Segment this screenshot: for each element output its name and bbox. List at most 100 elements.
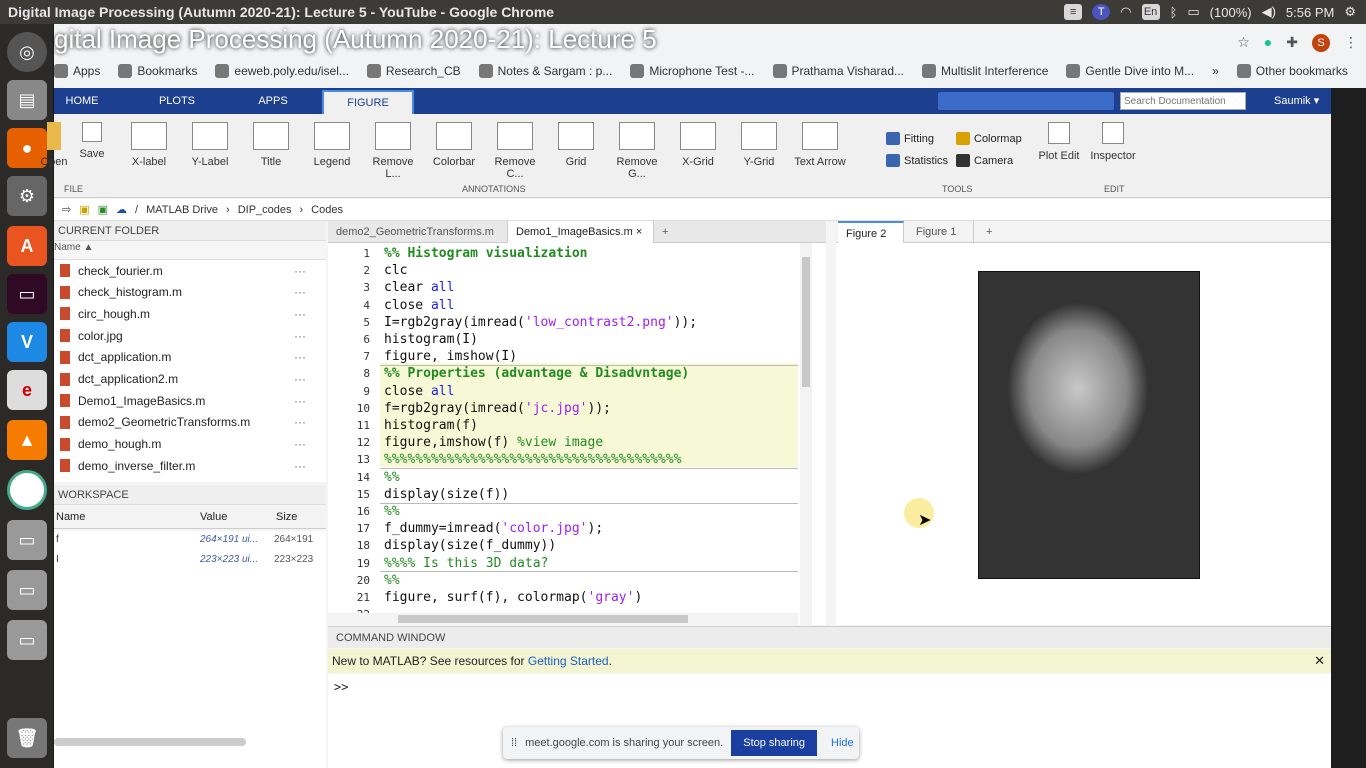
profile-avatar[interactable]: S [1312,34,1330,52]
code-line[interactable]: histogram(I) [384,331,478,348]
forward-arrow-icon[interactable]: ⇨ [62,203,71,216]
workspace-row[interactable]: f 264×191 ui... 264×191 [54,531,326,551]
bookmark-item[interactable]: eeweb.poly.edu/isel... [215,64,349,78]
code-line[interactable]: %% Histogram visualization [384,245,588,262]
bookmark-star-icon[interactable]: ☆ [1237,34,1250,52]
file-row[interactable]: check_fourier.m ··· [54,260,316,281]
drive-icon-1[interactable]: ▭ [7,520,47,560]
code-line[interactable]: clc [384,262,407,279]
tab-apps[interactable]: APPS [248,88,298,114]
bookmark-item[interactable]: Gentle Dive into M... [1066,64,1194,78]
editor-hscroll-thumb[interactable] [398,615,688,623]
code-line[interactable]: histogram(f) [384,417,478,434]
file-row[interactable]: circ_hough.m ··· [54,303,316,324]
code-line[interactable]: close all [384,383,454,400]
files-icon[interactable]: ▤ [7,80,47,120]
code-line[interactable]: close all [384,297,454,314]
settings-gear-icon[interactable]: ⚙ [1344,4,1356,20]
code-line[interactable]: display(size(f)) [384,486,509,503]
battery-icon[interactable]: ▭ [1187,4,1199,20]
user-menu[interactable]: Saumik ▾ [1274,88,1319,114]
browse-folder-icon[interactable]: ▣ [98,203,108,216]
extension-grammarly-icon[interactable]: ● [1264,34,1272,52]
path-root[interactable]: / [135,204,138,216]
save-button[interactable]: Save [74,122,110,160]
editor-tab-demo1[interactable]: Demo1_ImageBasics.m × [508,221,654,243]
code-line[interactable]: %% Properties (advantage & Disadvntage) [384,365,689,382]
bookmark-item[interactable]: Notes & Sargam : p... [478,64,612,78]
current-folder-path-bar[interactable]: ⇨ ▣ ▣ ☁ / MATLAB Drive › DIP_codes › Codes [54,199,1331,221]
annotation-button[interactable]: Text Arrow [791,122,849,168]
file-row[interactable]: color.jpg ··· [54,325,316,346]
file-row[interactable]: demo_hough.m ··· [54,434,316,455]
annotation-button[interactable]: X-label [120,122,178,168]
stop-sharing-button[interactable]: Stop sharing [731,730,817,756]
figure-new-tab-plus-icon[interactable]: + [978,221,1000,243]
software-center-icon[interactable]: A [7,226,47,266]
search-documentation-input[interactable] [1120,92,1246,110]
ws-col-size[interactable]: Size [276,511,297,523]
bookmark-item[interactable]: Prathama Visharad... [772,64,904,78]
statistics-button[interactable]: Statistics [886,154,948,167]
annotation-button[interactable]: Y-Grid [730,122,788,168]
bookmark-item[interactable]: Apps [54,64,100,78]
annotation-button[interactable]: X-Grid [669,122,727,168]
workspace-scrollbar[interactable] [54,738,246,746]
workspace-row[interactable]: I 223×223 ui... 223×223 [54,551,326,571]
hide-button[interactable]: Hide [831,737,854,749]
inspector-button[interactable]: Inspector [1086,122,1140,162]
file-actions-icon[interactable]: ··· [294,459,306,473]
file-row[interactable]: demo_inverse_filter.m ··· [54,455,316,476]
annotation-button[interactable]: Remove G... [608,122,666,180]
getting-started-link[interactable]: Getting Started [528,654,609,668]
code-line[interactable]: display(size(f_dummy)) [384,537,556,554]
path-codes[interactable]: Codes [311,204,343,216]
annotation-button[interactable]: Title [242,122,300,168]
annotation-button[interactable]: Remove L... [364,122,422,180]
volume-icon[interactable]: ◀) [1262,4,1276,20]
bookmark-item[interactable]: Microphone Test -... [630,64,755,78]
figure-tab-2[interactable]: Figure 2 × [838,221,904,262]
code-line[interactable]: %% [384,469,400,486]
keyboard-lang[interactable]: En [1141,4,1160,20]
code-editor[interactable]: 1 %% Histogram visualization 2 clc 3 clear al… [328,243,826,625]
matlab-icon[interactable]: e [7,370,47,410]
plot-edit-button[interactable]: Plot Edit [1032,122,1086,162]
editor-tab-demo2[interactable]: demo2_GeometricTransforms.m × [328,221,508,260]
tab-plots[interactable]: PLOTS [150,88,204,114]
file-actions-icon[interactable]: ··· [294,264,306,278]
ubuntu-dash-icon[interactable]: ◎ [7,32,47,72]
annotation-button[interactable]: Colorbar [425,122,483,168]
code-line[interactable]: figure,imshow(f) %view image [384,434,603,451]
file-row[interactable]: dct_application2.m ··· [54,369,316,390]
editor-scroll-thumb[interactable] [802,257,810,387]
fitting-button[interactable]: Fitting [886,132,934,145]
chrome-icon[interactable] [7,470,47,510]
terminal-icon[interactable]: ▭ [7,274,47,314]
annotation-button[interactable]: Legend [303,122,361,168]
teams-icon[interactable]: T [1092,4,1111,20]
file-row[interactable]: check_histogram.m ··· [54,282,316,303]
camera-button[interactable]: Camera [956,154,1013,167]
code-line[interactable]: %%%%%%%%%%%%%%%%%%%%%%%%%%%%%%%%%%%%%% [384,451,681,468]
extensions-puzzle-icon[interactable]: ✚ [1286,34,1298,52]
editor-vertical-scrollbar[interactable] [800,243,812,625]
bookmark-item[interactable]: » [1212,64,1219,78]
new-tab-plus-icon[interactable]: + [654,221,676,243]
drive-icon-2[interactable]: ▭ [7,570,47,610]
vlc-icon[interactable]: ▲ [7,420,47,460]
path-dip-codes[interactable]: DIP_codes [238,204,292,216]
clock[interactable]: 5:56 PM [1286,5,1334,20]
bookmark-item[interactable]: Bookmarks [118,64,197,78]
code-line[interactable]: I=rgb2gray(imread('low_contrast2.png')); [384,314,697,331]
code-line[interactable]: clear all [384,279,454,296]
file-row[interactable]: dct_application.m ··· [54,347,316,368]
wifi-icon[interactable]: ◠ [1120,4,1131,20]
code-line[interactable]: figure, surf(f), colormap('gray') [384,589,642,606]
close-banner-icon[interactable]: ✕ [1314,649,1325,673]
ws-col-name[interactable]: Name [56,511,85,523]
code-line[interactable]: %%%% Is this 3D data? [384,555,548,572]
bluetooth-icon[interactable]: ᛒ [1170,5,1178,20]
bookmark-item[interactable]: Other bookmarks [1236,64,1348,78]
code-line[interactable]: figure, imshow(I) [384,348,517,365]
